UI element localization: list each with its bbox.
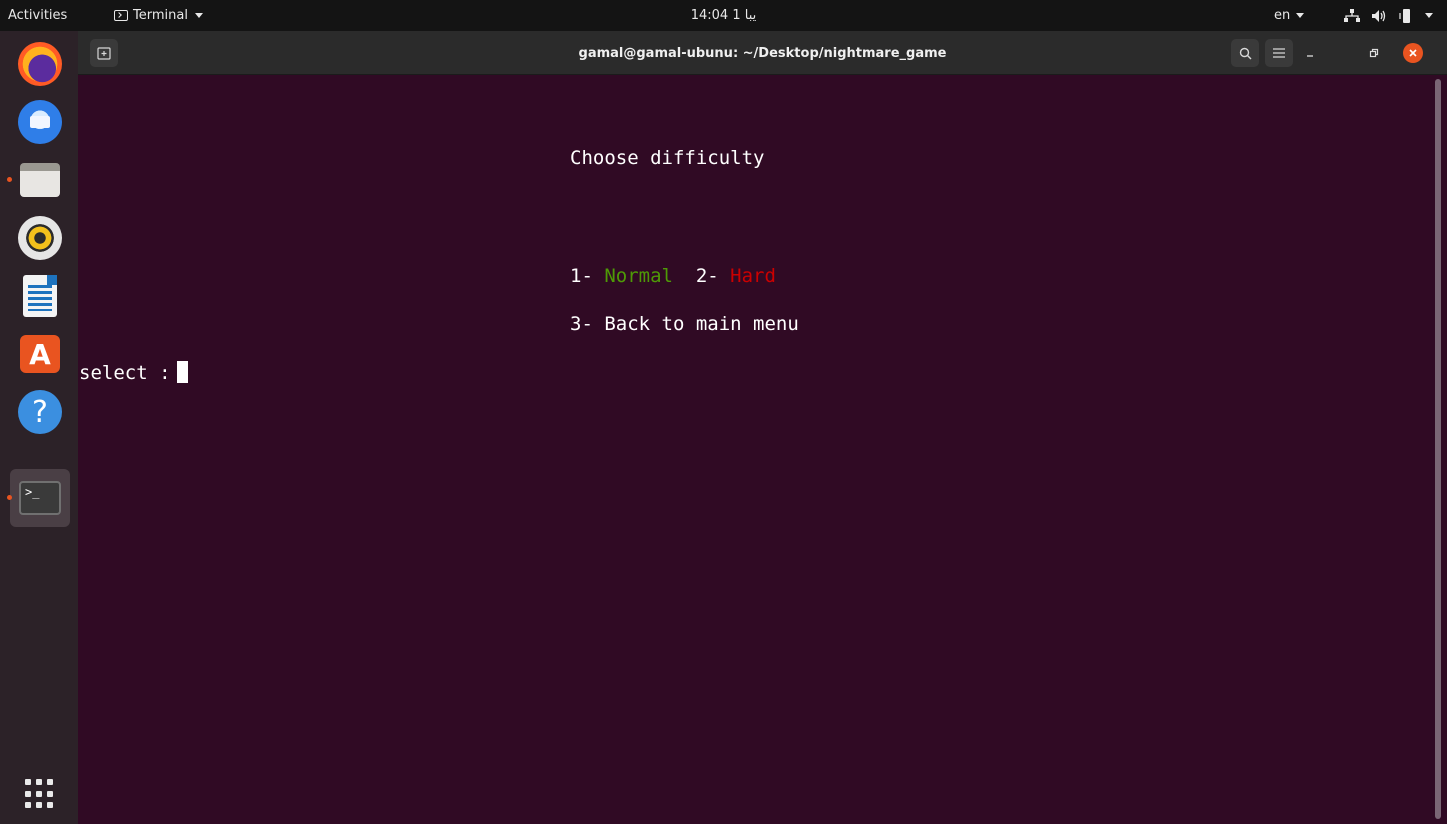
option-normal: Normal — [604, 265, 673, 287]
network-icon — [1344, 8, 1360, 22]
dock-software[interactable]: A — [10, 325, 70, 383]
rhythmbox-icon — [18, 216, 62, 260]
dock-writer[interactable] — [10, 267, 70, 325]
new-tab-button[interactable] — [90, 39, 118, 67]
software-icon: A — [20, 335, 60, 373]
chevron-down-icon — [1425, 13, 1433, 18]
system-tray[interactable] — [1344, 0, 1433, 31]
activities-label: Activities — [8, 8, 68, 23]
dock-thunderbird[interactable] — [10, 93, 70, 151]
app-menu-button[interactable]: Terminal — [114, 0, 203, 31]
dock: A ? >_ — [0, 31, 78, 824]
terminal-window: gamal@gamal-ubunu: ~/Desktop/nightmare_g… — [78, 31, 1447, 824]
writer-icon — [23, 275, 57, 317]
search-button[interactable] — [1231, 39, 1259, 67]
terminal-icon: >_ — [19, 481, 61, 515]
minimize-icon — [1307, 55, 1313, 57]
text-cursor — [176, 361, 188, 383]
show-applications-button[interactable] — [25, 779, 55, 809]
activities-button[interactable]: Activities — [8, 0, 67, 31]
difficulty-options: 1- Normal 2- Hard — [570, 265, 776, 287]
hamburger-menu-icon — [1273, 48, 1285, 58]
close-button[interactable] — [1403, 43, 1423, 63]
chevron-down-icon — [194, 13, 203, 18]
search-icon — [1239, 47, 1251, 59]
close-icon — [1409, 49, 1417, 57]
terminal-app-icon — [114, 10, 128, 21]
dock-help[interactable]: ? — [10, 383, 70, 441]
difficulty-heading: Choose difficulty — [570, 147, 765, 169]
restore-icon — [1369, 48, 1379, 58]
help-icon: ? — [18, 390, 62, 434]
volume-icon — [1372, 9, 1386, 22]
dock-files[interactable] — [7, 151, 70, 209]
new-tab-icon — [97, 47, 111, 60]
minimize-button[interactable] — [1300, 43, 1320, 63]
dock-firefox[interactable] — [10, 35, 70, 93]
option-2-prefix: 2- — [672, 265, 731, 287]
language-selector[interactable]: en — [1274, 0, 1305, 31]
app-menu-label: Terminal — [133, 8, 188, 23]
scrollbar[interactable] — [1435, 79, 1441, 819]
option-hard: Hard — [730, 265, 776, 287]
window-title: gamal@gamal-ubunu: ~/Desktop/nightmare_g… — [578, 45, 947, 61]
terminal-output[interactable]: Choose difficulty 1- Normal 2- Hard 3- B… — [78, 75, 1447, 824]
language-label: en — [1274, 8, 1291, 23]
dock-terminal[interactable]: >_ — [7, 469, 70, 527]
clock: 14:04 1 يبا — [0, 0, 1447, 31]
window-header-bar: gamal@gamal-ubunu: ~/Desktop/nightmare_g… — [78, 31, 1447, 75]
option-1-prefix: 1- — [570, 265, 605, 287]
firefox-icon — [18, 42, 62, 86]
files-icon — [20, 163, 60, 197]
clock-button[interactable]: 14:04 1 يبا — [691, 8, 757, 23]
option-back: 3- Back to main menu — [570, 313, 799, 335]
running-indicator — [7, 177, 12, 182]
dock-rhythmbox[interactable] — [10, 209, 70, 267]
select-prompt-label: select : — [79, 362, 171, 384]
select-prompt: select : — [79, 361, 188, 384]
running-indicator — [7, 495, 12, 500]
top-bar: Activities Terminal 14:04 1 يبا en — [0, 0, 1447, 31]
battery-icon — [1399, 8, 1410, 23]
maximize-button[interactable] — [1364, 43, 1384, 63]
menu-button[interactable] — [1265, 39, 1293, 67]
chevron-down-icon — [1296, 13, 1305, 18]
thunderbird-icon — [18, 100, 62, 144]
